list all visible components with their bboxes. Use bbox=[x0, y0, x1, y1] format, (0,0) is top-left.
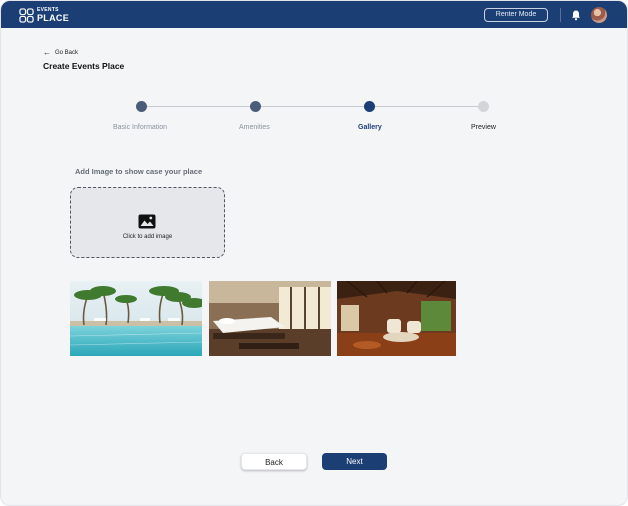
user-avatar[interactable] bbox=[591, 7, 607, 23]
go-back-link[interactable]: ← Go Back bbox=[43, 48, 79, 57]
step-label-preview: Preview bbox=[471, 124, 496, 131]
step-dot-gallery[interactable] bbox=[364, 101, 375, 112]
arrow-left-icon: ← bbox=[43, 48, 51, 57]
image-icon bbox=[138, 214, 156, 229]
step-dot-amenities[interactable] bbox=[250, 101, 261, 112]
app-frame: EVENTS PLACE Renter Mode ← Go Back Creat… bbox=[0, 0, 628, 506]
image-dropzone[interactable]: Click to add image bbox=[70, 187, 225, 258]
next-button[interactable]: Next bbox=[322, 453, 387, 470]
hotel-bedroom-image bbox=[209, 281, 331, 356]
step-label-gallery: Gallery bbox=[358, 124, 382, 131]
logo-mark-icon bbox=[19, 7, 34, 23]
wooden-lounge-interior-image bbox=[337, 281, 456, 356]
pool-with-palm-trees-image bbox=[70, 281, 202, 356]
bell-icon[interactable] bbox=[570, 9, 582, 21]
step-label-basic-information: Basic Information bbox=[113, 124, 168, 131]
renter-mode-button[interactable]: Renter Mode bbox=[484, 8, 548, 22]
page-title: Create Events Place bbox=[43, 61, 125, 71]
upload-heading: Add Image to show case your place bbox=[75, 167, 203, 176]
gallery-image-pool[interactable] bbox=[70, 281, 202, 356]
gallery-image-lounge[interactable] bbox=[337, 281, 456, 356]
brand-line-2: PLACE bbox=[37, 13, 70, 23]
gallery-image-bedroom[interactable] bbox=[209, 281, 331, 356]
back-button[interactable]: Back bbox=[241, 453, 307, 470]
step-dot-basic-information[interactable] bbox=[136, 101, 147, 112]
stepper-track bbox=[147, 106, 483, 107]
step-dot-preview[interactable] bbox=[478, 101, 489, 112]
dropzone-label: Click to add image bbox=[122, 234, 173, 240]
step-label-amenities: Amenities bbox=[239, 124, 270, 131]
top-navigation-bar: EVENTS PLACE Renter Mode bbox=[1, 1, 627, 28]
go-back-label: Go Back bbox=[55, 50, 79, 56]
brand-logo[interactable]: EVENTS PLACE bbox=[19, 7, 69, 23]
topbar-divider bbox=[560, 8, 561, 22]
